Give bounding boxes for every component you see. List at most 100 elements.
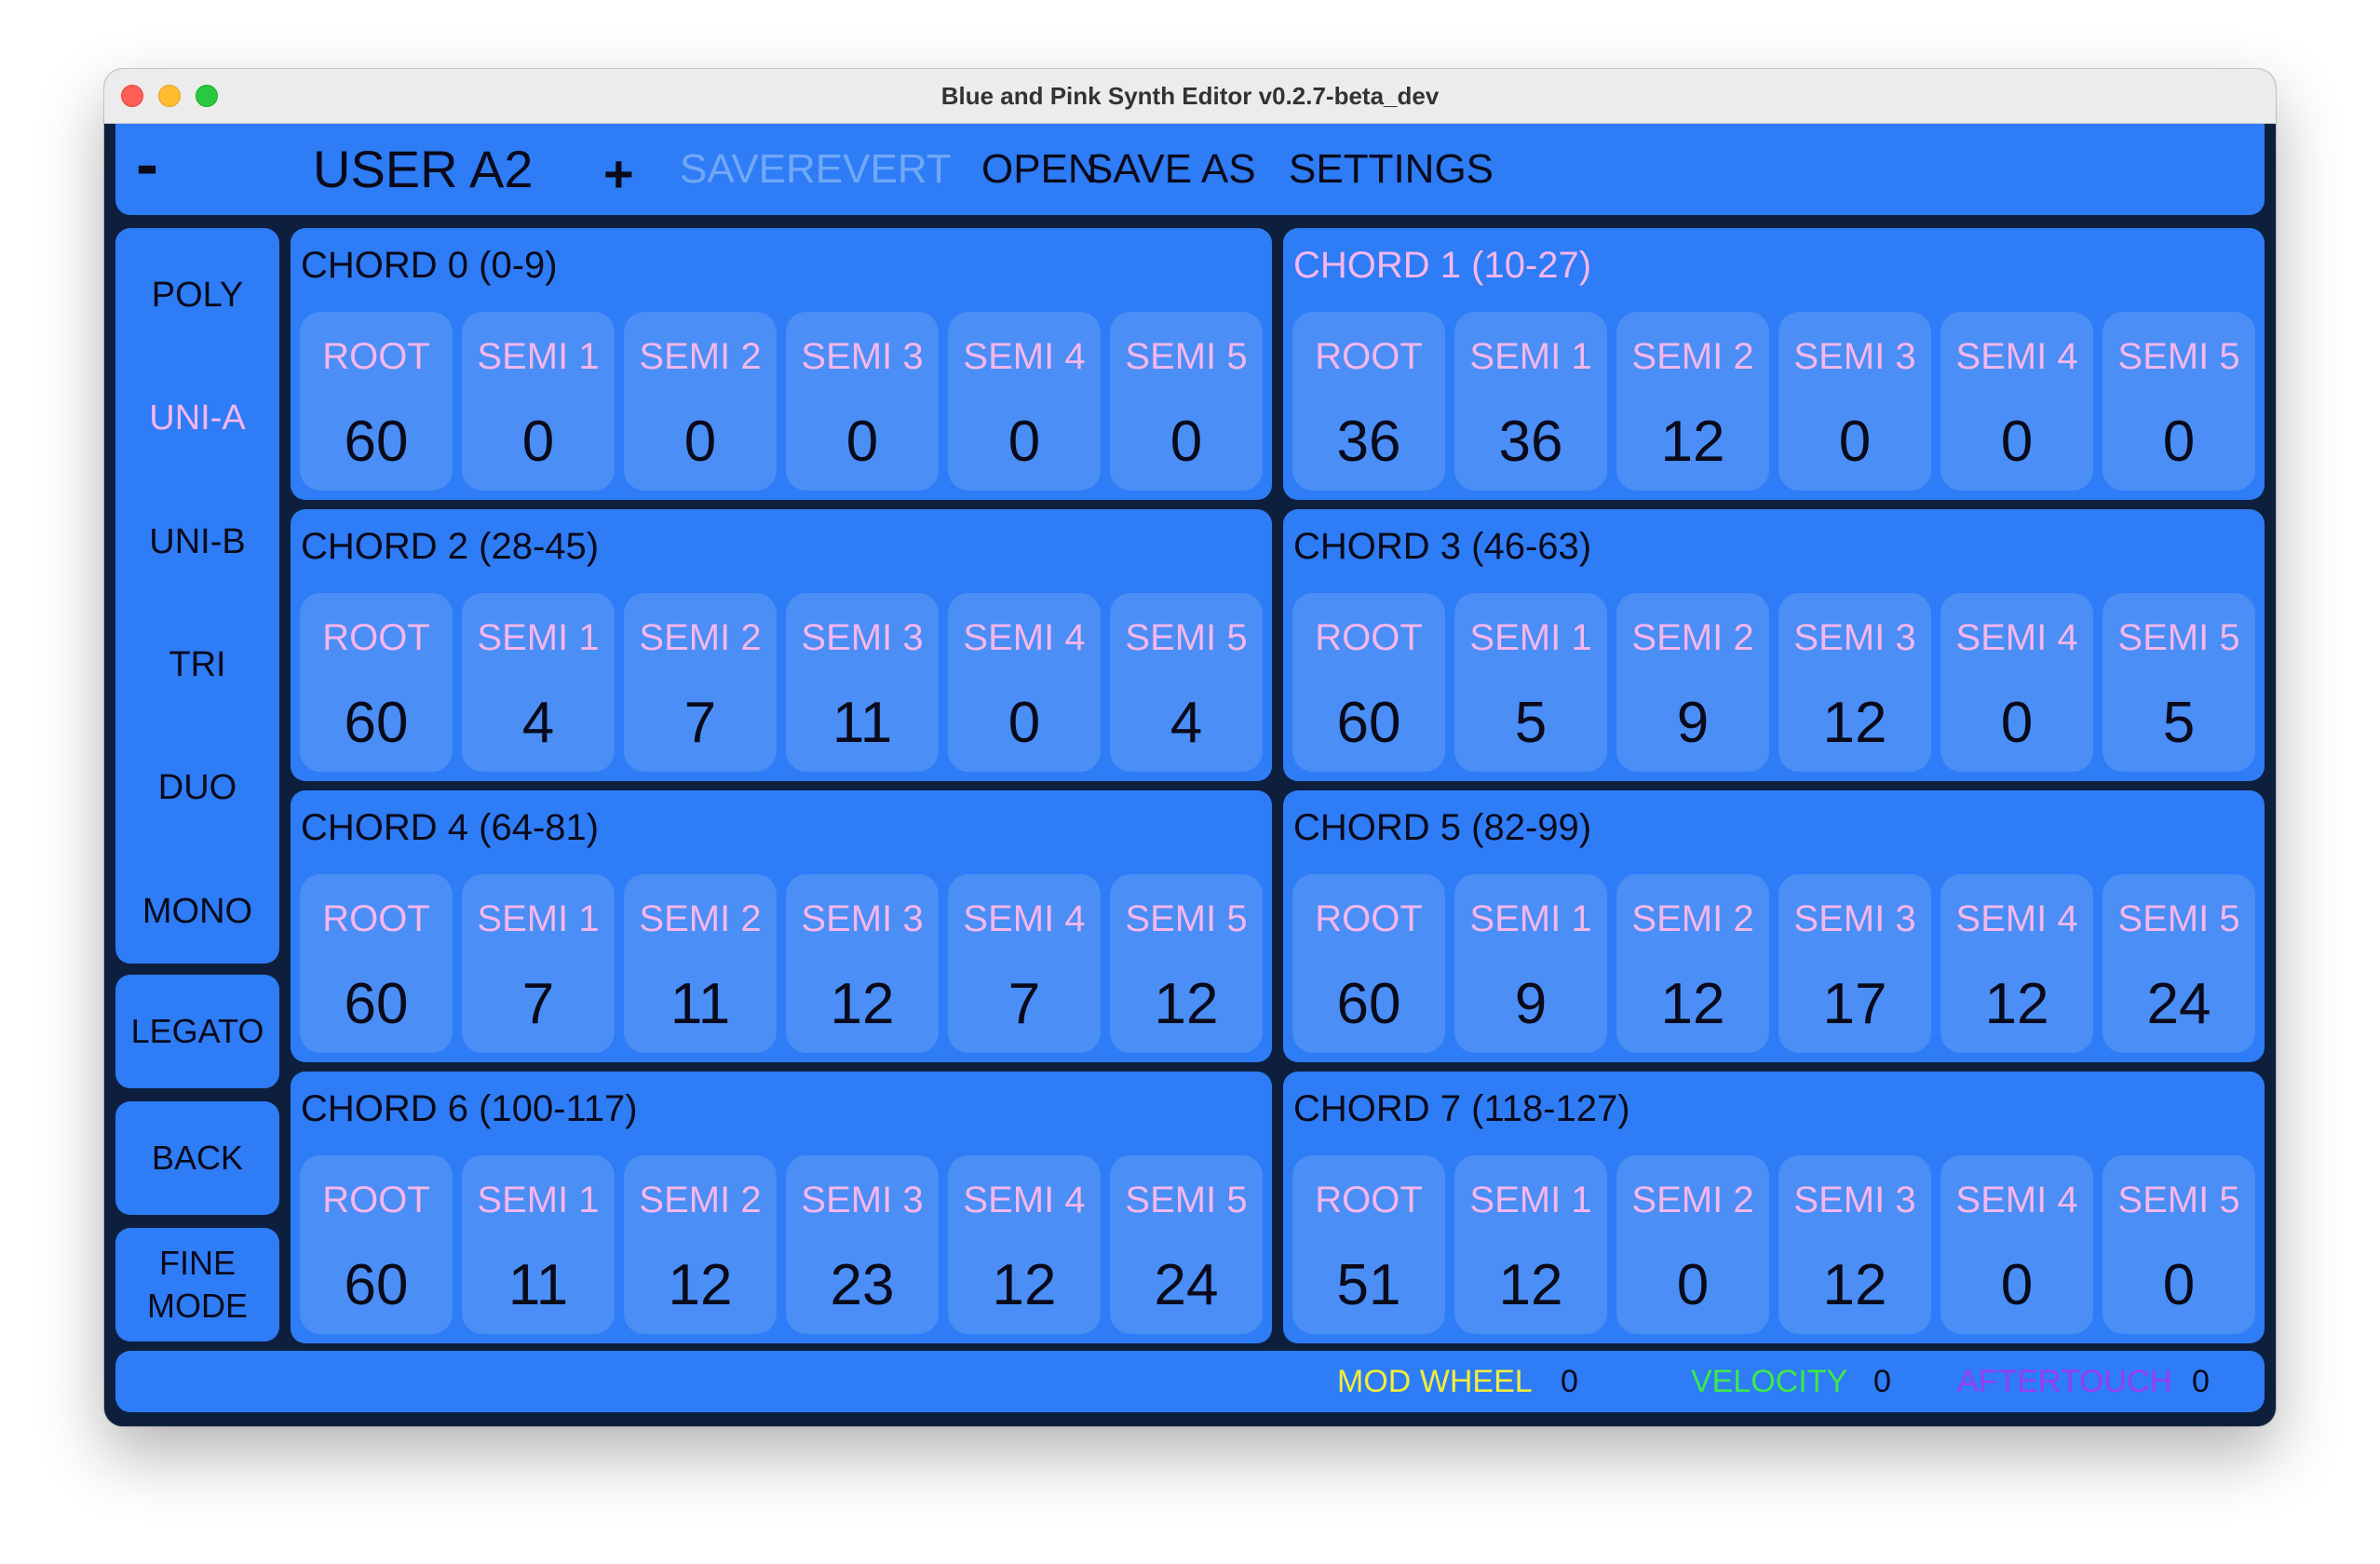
chord-2-semi-1-slot[interactable]: SEMI 1 4 bbox=[462, 593, 615, 772]
slot-value[interactable]: 9 bbox=[1616, 690, 1769, 756]
slot-value[interactable]: 23 bbox=[786, 1252, 939, 1318]
slot-value[interactable]: 12 bbox=[1616, 409, 1769, 475]
chord-5-semi-1-slot[interactable]: SEMI 1 9 bbox=[1454, 874, 1607, 1053]
chord-4-semi-4-slot[interactable]: SEMI 4 7 bbox=[948, 874, 1101, 1053]
slot-value[interactable]: 60 bbox=[1292, 690, 1445, 756]
chord-7-semi-3-slot[interactable]: SEMI 3 12 bbox=[1778, 1155, 1931, 1334]
chord-5-semi-5-slot[interactable]: SEMI 5 24 bbox=[2103, 874, 2255, 1053]
chord-0-semi-5-slot[interactable]: SEMI 5 0 bbox=[1110, 312, 1263, 491]
chord-7-semi-2-slot[interactable]: SEMI 2 0 bbox=[1616, 1155, 1769, 1334]
back-button[interactable]: BACK bbox=[115, 1101, 279, 1215]
chord-3-semi-3-slot[interactable]: SEMI 3 12 bbox=[1778, 593, 1931, 772]
mode-tri[interactable]: TRI bbox=[115, 627, 279, 702]
slot-value[interactable]: 5 bbox=[1454, 690, 1607, 756]
chord-1-semi-2-slot[interactable]: SEMI 2 12 bbox=[1616, 312, 1769, 491]
slot-value[interactable]: 0 bbox=[462, 409, 615, 475]
slot-value[interactable]: 12 bbox=[1454, 1252, 1607, 1318]
slot-value[interactable]: 60 bbox=[300, 971, 453, 1037]
chord-1-semi-1-slot[interactable]: SEMI 1 36 bbox=[1454, 312, 1607, 491]
slot-value[interactable]: 24 bbox=[2103, 971, 2255, 1037]
slot-value[interactable]: 12 bbox=[624, 1252, 777, 1318]
slot-value[interactable]: 51 bbox=[1292, 1252, 1445, 1318]
slot-value[interactable]: 0 bbox=[1941, 409, 2093, 475]
slot-value[interactable]: 12 bbox=[1110, 971, 1263, 1037]
slot-value[interactable]: 12 bbox=[786, 971, 939, 1037]
chord-1-semi-3-slot[interactable]: SEMI 3 0 bbox=[1778, 312, 1931, 491]
slot-value[interactable]: 24 bbox=[1110, 1252, 1263, 1318]
chord-2-semi-2-slot[interactable]: SEMI 2 7 bbox=[624, 593, 777, 772]
chord-5-root-slot[interactable]: ROOT 60 bbox=[1292, 874, 1445, 1053]
chord-4-semi-2-slot[interactable]: SEMI 2 11 bbox=[624, 874, 777, 1053]
fine-mode-button[interactable]: FINE MODE bbox=[115, 1228, 279, 1342]
slot-value[interactable]: 12 bbox=[948, 1252, 1101, 1318]
chord-1-root-slot[interactable]: ROOT 36 bbox=[1292, 312, 1445, 491]
chord-6-semi-5-slot[interactable]: SEMI 5 24 bbox=[1110, 1155, 1263, 1334]
slot-value[interactable]: 9 bbox=[1454, 971, 1607, 1037]
mode-uni-b[interactable]: UNI-B bbox=[115, 505, 279, 579]
slot-value[interactable]: 0 bbox=[1616, 1252, 1769, 1318]
chord-3-semi-2-slot[interactable]: SEMI 2 9 bbox=[1616, 593, 1769, 772]
slot-value[interactable]: 12 bbox=[1778, 1252, 1931, 1318]
settings-button[interactable]: SETTINGS bbox=[1289, 124, 1494, 215]
slot-value[interactable]: 11 bbox=[462, 1252, 615, 1318]
slot-value[interactable]: 11 bbox=[786, 690, 939, 756]
chord-1-semi-4-slot[interactable]: SEMI 4 0 bbox=[1941, 312, 2093, 491]
slot-value[interactable]: 4 bbox=[462, 690, 615, 756]
chord-6-semi-4-slot[interactable]: SEMI 4 12 bbox=[948, 1155, 1101, 1334]
chord-7-semi-5-slot[interactable]: SEMI 5 0 bbox=[2103, 1155, 2255, 1334]
mode-uni-a[interactable]: UNI-A bbox=[115, 381, 279, 455]
slot-value[interactable]: 7 bbox=[624, 690, 777, 756]
chord-0-semi-3-slot[interactable]: SEMI 3 0 bbox=[786, 312, 939, 491]
slot-value[interactable]: 60 bbox=[300, 690, 453, 756]
next-preset-button[interactable]: + bbox=[603, 124, 634, 215]
slot-value[interactable]: 60 bbox=[300, 1252, 453, 1318]
slot-value[interactable]: 36 bbox=[1454, 409, 1607, 475]
legato-button[interactable]: LEGATO bbox=[115, 975, 279, 1088]
chord-4-semi-1-slot[interactable]: SEMI 1 7 bbox=[462, 874, 615, 1053]
chord-3-root-slot[interactable]: ROOT 60 bbox=[1292, 593, 1445, 772]
chord-6-semi-1-slot[interactable]: SEMI 1 11 bbox=[462, 1155, 615, 1334]
slot-value[interactable]: 12 bbox=[1778, 690, 1931, 756]
slot-value[interactable]: 0 bbox=[1110, 409, 1263, 475]
chord-1-semi-5-slot[interactable]: SEMI 5 0 bbox=[2103, 312, 2255, 491]
chord-0-semi-2-slot[interactable]: SEMI 2 0 bbox=[624, 312, 777, 491]
slot-value[interactable]: 0 bbox=[786, 409, 939, 475]
chord-0-semi-1-slot[interactable]: SEMI 1 0 bbox=[462, 312, 615, 491]
chord-5-semi-4-slot[interactable]: SEMI 4 12 bbox=[1941, 874, 2093, 1053]
slot-value[interactable]: 0 bbox=[1778, 409, 1931, 475]
previous-preset-button[interactable]: - bbox=[136, 124, 158, 215]
slot-value[interactable]: 0 bbox=[1941, 690, 2093, 756]
chord-6-semi-2-slot[interactable]: SEMI 2 12 bbox=[624, 1155, 777, 1334]
save-button[interactable]: SAVE bbox=[680, 124, 786, 215]
mode-mono[interactable]: MONO bbox=[115, 874, 279, 949]
mode-duo[interactable]: DUO bbox=[115, 750, 279, 825]
chord-7-root-slot[interactable]: ROOT 51 bbox=[1292, 1155, 1445, 1334]
chord-2-root-slot[interactable]: ROOT 60 bbox=[300, 593, 453, 772]
chord-6-semi-3-slot[interactable]: SEMI 3 23 bbox=[786, 1155, 939, 1334]
chord-4-root-slot[interactable]: ROOT 60 bbox=[300, 874, 453, 1053]
chord-7-semi-4-slot[interactable]: SEMI 4 0 bbox=[1941, 1155, 2093, 1334]
slot-value[interactable]: 7 bbox=[948, 971, 1101, 1037]
chord-2-semi-3-slot[interactable]: SEMI 3 11 bbox=[786, 593, 939, 772]
chord-2-semi-5-slot[interactable]: SEMI 5 4 bbox=[1110, 593, 1263, 772]
slot-value[interactable]: 60 bbox=[300, 409, 453, 475]
chord-4-semi-5-slot[interactable]: SEMI 5 12 bbox=[1110, 874, 1263, 1053]
chord-4-semi-3-slot[interactable]: SEMI 3 12 bbox=[786, 874, 939, 1053]
slot-value[interactable]: 5 bbox=[2103, 690, 2255, 756]
slot-value[interactable]: 60 bbox=[1292, 971, 1445, 1037]
save-as-button[interactable]: SAVE AS bbox=[1086, 124, 1256, 215]
chord-5-semi-3-slot[interactable]: SEMI 3 17 bbox=[1778, 874, 1931, 1053]
slot-value[interactable]: 7 bbox=[462, 971, 615, 1037]
slot-value[interactable]: 0 bbox=[2103, 409, 2255, 475]
chord-2-semi-4-slot[interactable]: SEMI 4 0 bbox=[948, 593, 1101, 772]
chord-5-semi-2-slot[interactable]: SEMI 2 12 bbox=[1616, 874, 1769, 1053]
chord-0-root-slot[interactable]: ROOT 60 bbox=[300, 312, 453, 491]
revert-button[interactable]: REVERT bbox=[786, 124, 952, 215]
slot-value[interactable]: 12 bbox=[1616, 971, 1769, 1037]
slot-value[interactable]: 0 bbox=[624, 409, 777, 475]
slot-value[interactable]: 36 bbox=[1292, 409, 1445, 475]
chord-6-root-slot[interactable]: ROOT 60 bbox=[300, 1155, 453, 1334]
slot-value[interactable]: 4 bbox=[1110, 690, 1263, 756]
chord-3-semi-5-slot[interactable]: SEMI 5 5 bbox=[2103, 593, 2255, 772]
mode-poly[interactable]: POLY bbox=[115, 258, 279, 332]
